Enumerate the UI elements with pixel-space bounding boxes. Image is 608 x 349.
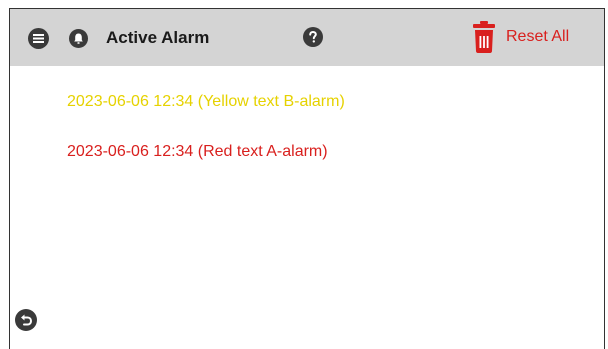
alarm-text: 2023-06-06 12:34 (Yellow text B-alarm) [67, 93, 345, 110]
menu-icon [33, 34, 44, 43]
back-button[interactable] [15, 309, 37, 331]
menu-button[interactable] [28, 28, 49, 49]
reset-all-label: Reset All [506, 28, 570, 45]
header-bar: Active Alarm Reset All [10, 9, 604, 66]
alarm-panel: Active Alarm Reset All 2023-06-06 12:34 … [9, 8, 605, 349]
bell-icon [74, 33, 83, 44]
bell-icon-badge [69, 29, 88, 48]
back-icon [21, 314, 33, 326]
help-icon [309, 30, 317, 43]
reset-all-button[interactable]: Reset All [472, 19, 590, 57]
page-title: Active Alarm [106, 28, 210, 47]
help-button[interactable] [303, 27, 323, 47]
trash-icon [473, 21, 495, 53]
alarm-item-a[interactable]: 2023-06-06 12:34 (Red text A-alarm) [67, 141, 328, 163]
alarm-text: 2023-06-06 12:34 (Red text A-alarm) [67, 143, 328, 160]
alarm-item-b[interactable]: 2023-06-06 12:34 (Yellow text B-alarm) [67, 91, 345, 113]
